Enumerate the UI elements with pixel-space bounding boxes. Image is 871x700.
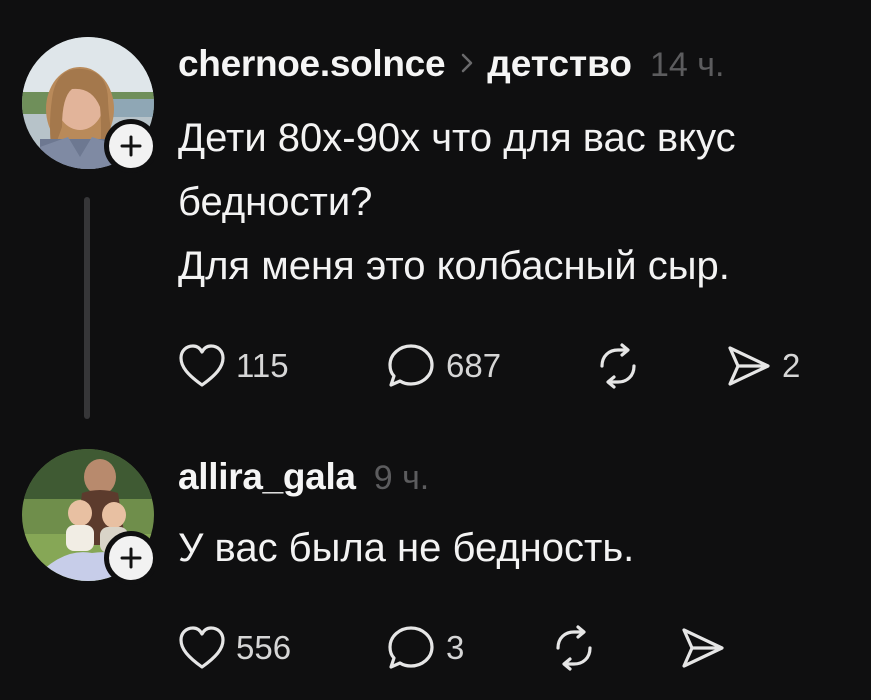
topic-tag[interactable]: детство (487, 43, 632, 85)
timestamp: 9 ч. (373, 459, 430, 497)
post-text: У вас была не бедность. (178, 516, 634, 580)
comment-count: 3 (446, 629, 465, 666)
repost-icon (556, 625, 592, 671)
repost-button[interactable] (550, 622, 598, 674)
comment-bubble-icon (388, 344, 434, 387)
share-button[interactable]: 2 (724, 340, 800, 392)
post: chernoe.solnce детство 14 ч. Дети 80х-90… (0, 0, 871, 440)
share-count: 2 (782, 347, 801, 384)
avatar-wrap (22, 449, 158, 585)
like-count: 115 (236, 347, 289, 384)
chevron-right-icon (461, 53, 473, 78)
like-button[interactable]: 556 (178, 622, 291, 674)
send-icon (728, 346, 770, 386)
post-text: Дети 80х-90х что для вас вкус бедности? … (178, 106, 736, 298)
action-bar: 115 687 2 (178, 340, 838, 392)
timestamp: 14 ч. (650, 46, 725, 84)
comment-bubble-icon (388, 626, 434, 669)
post-text-line: бедности? (178, 180, 373, 224)
post-header: chernoe.solnce детство 14 ч. (178, 43, 724, 85)
plus-icon (120, 547, 142, 569)
follow-button[interactable] (104, 119, 158, 173)
post-text-line: У вас была не бедность. (178, 526, 635, 570)
post-header: allira_gala 9 ч. (178, 456, 429, 498)
avatar-wrap (22, 37, 158, 173)
username[interactable]: chernoe.solnce (178, 43, 446, 85)
like-button[interactable]: 115 (178, 340, 289, 392)
send-icon (682, 628, 724, 668)
username[interactable]: allira_gala (178, 456, 356, 498)
plus-icon (120, 135, 142, 157)
share-button[interactable] (678, 622, 726, 674)
heart-icon (179, 626, 225, 669)
post-text-line: Дети 80х-90х что для вас вкус (178, 116, 736, 160)
repost-icon (600, 343, 636, 389)
post: allira_gala 9 ч. У вас была не бедность.… (0, 440, 871, 700)
like-count: 556 (236, 629, 292, 666)
repost-button[interactable] (594, 340, 642, 392)
thread-line (84, 197, 90, 419)
follow-button[interactable] (104, 531, 158, 585)
heart-icon (179, 344, 225, 387)
action-bar: 556 3 (178, 622, 738, 674)
post-text-line: Для меня это колбасный сыр. (178, 244, 730, 288)
comment-button[interactable]: 687 (386, 340, 501, 392)
comment-count: 687 (446, 347, 502, 384)
comment-button[interactable]: 3 (386, 622, 464, 674)
